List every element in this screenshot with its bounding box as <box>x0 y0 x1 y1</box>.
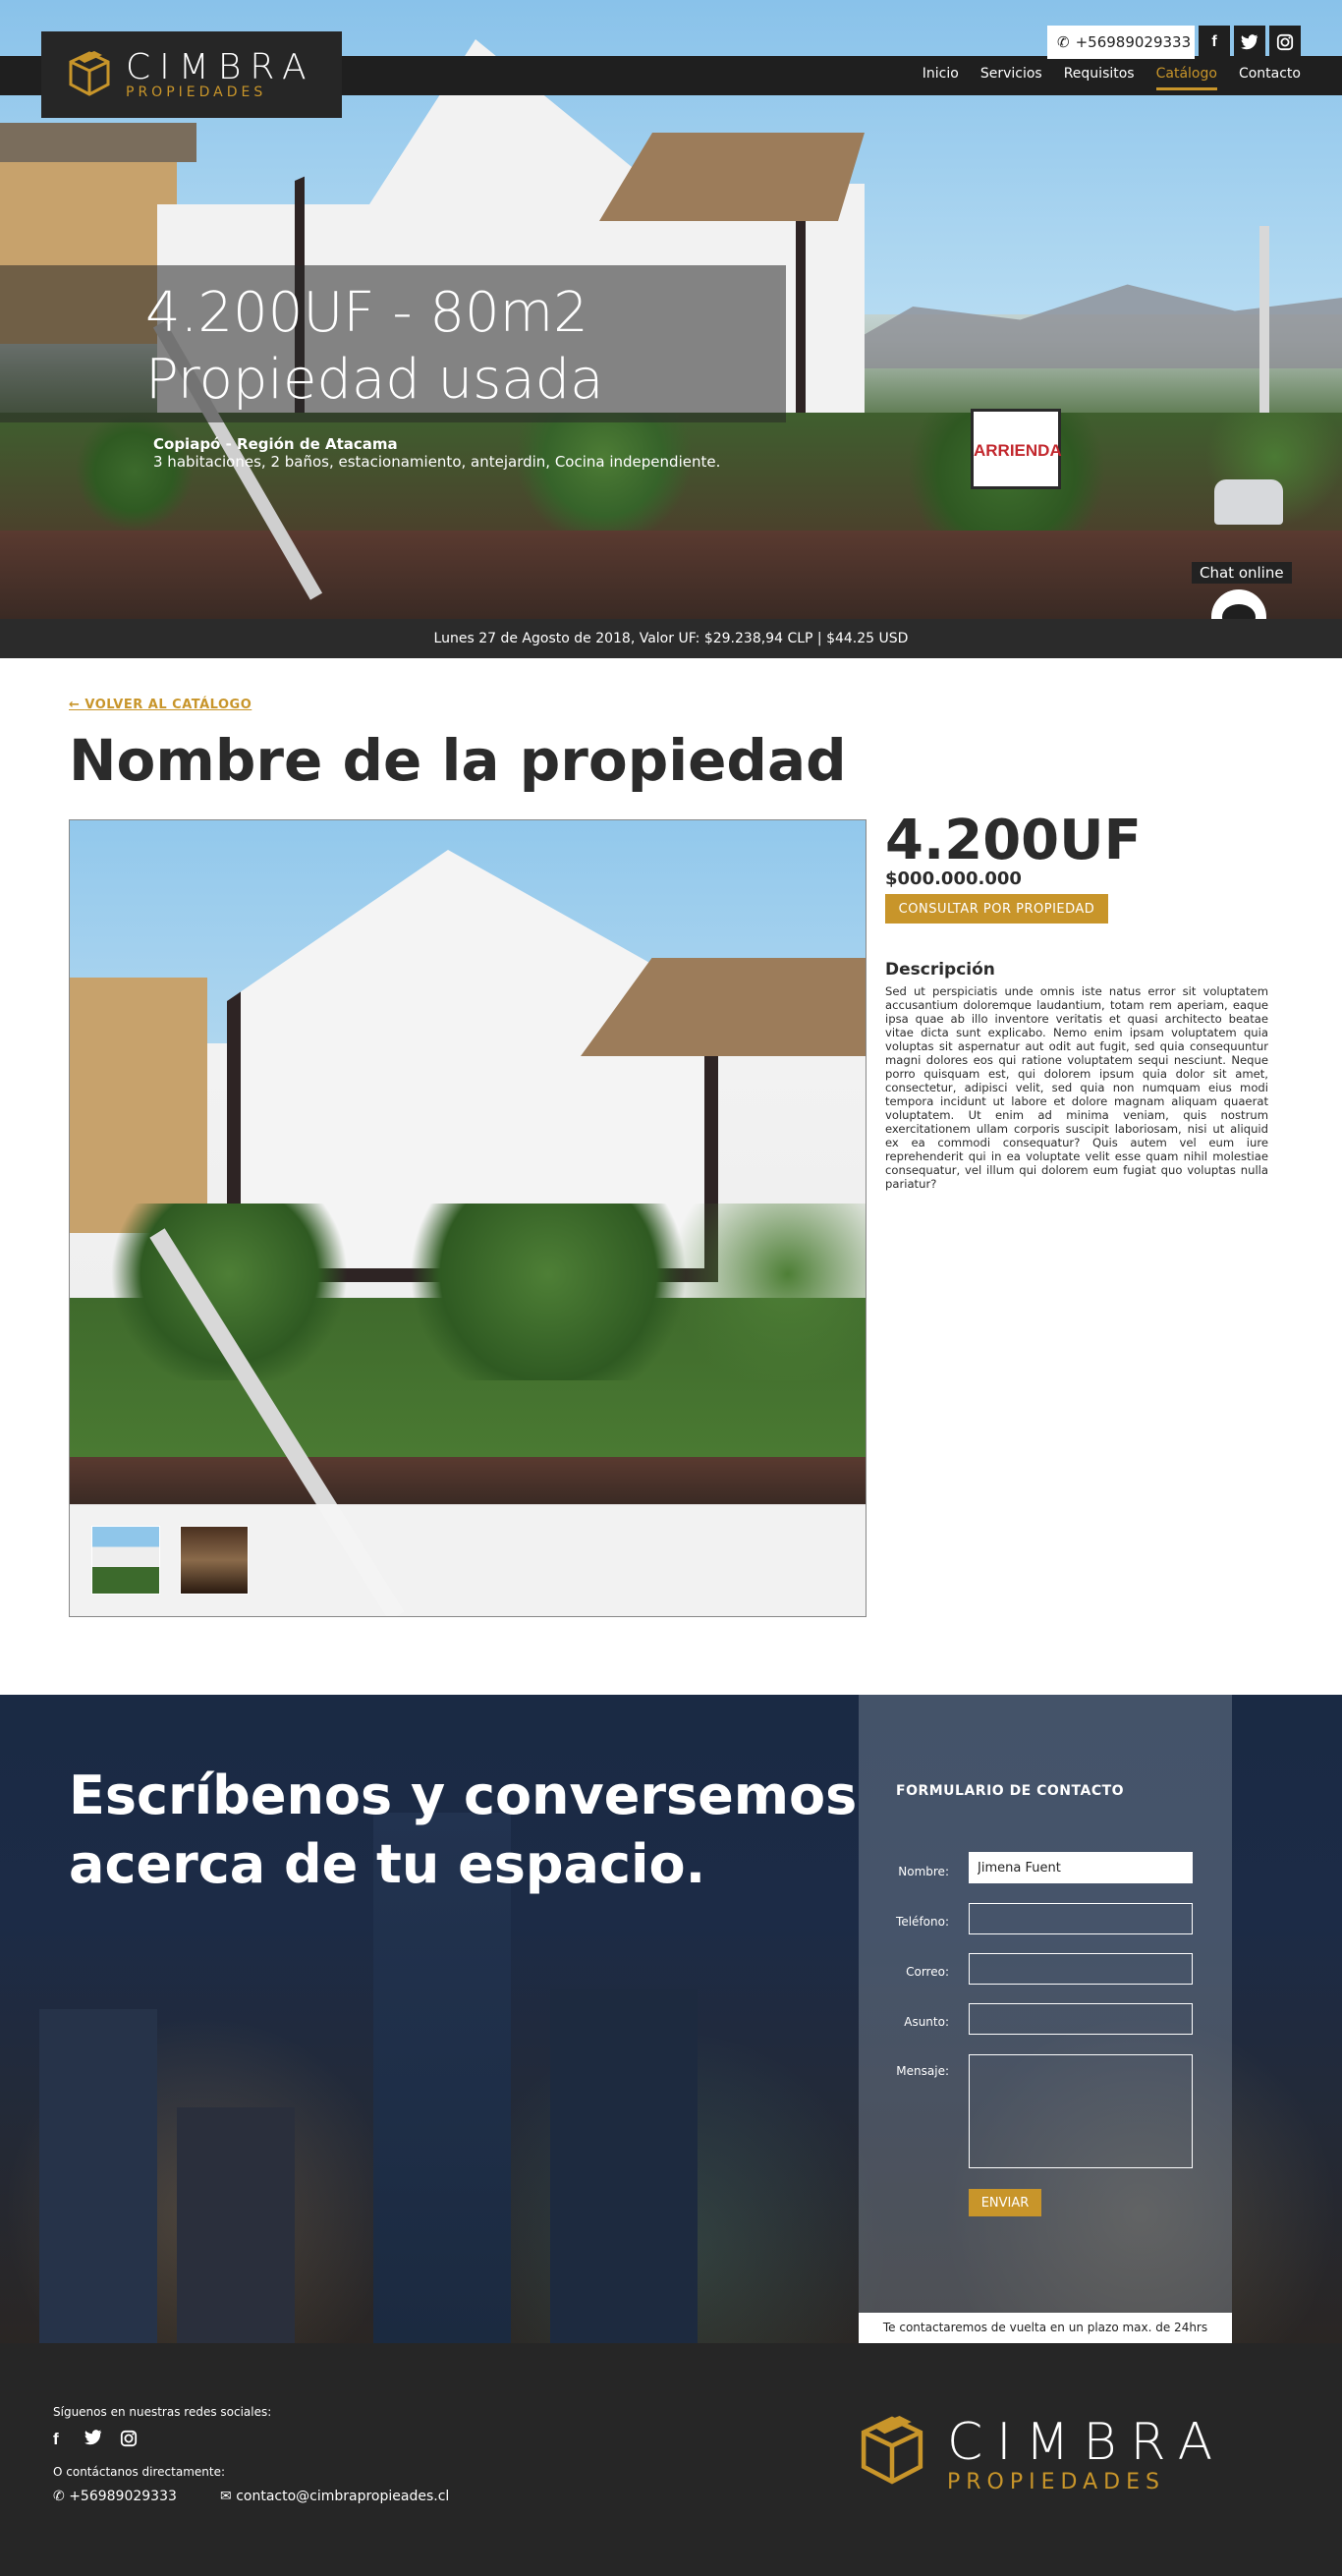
form-title: FORMULARIO DE CONTACTO <box>896 1783 1125 1799</box>
hero-section: ARRIENDA CIMBRA PROPIEDADES ✆ +569890293… <box>0 0 1342 619</box>
facebook-icon[interactable]: f <box>53 2430 73 2449</box>
footer-logo[interactable]: CIMBRA PROPIEDADES <box>857 2409 1250 2497</box>
name-field[interactable] <box>969 1852 1193 1883</box>
sign-text: ARRIENDA <box>974 441 1062 460</box>
hero-title: 4.200UF - 80m2 Propiedad usada <box>145 280 603 414</box>
label-phone: Teléfono: <box>896 1915 949 1929</box>
hero-car <box>1214 479 1283 525</box>
header-phone-number: +56989029333 <box>1075 33 1192 51</box>
facebook-icon[interactable]: f <box>1199 26 1230 59</box>
price-clp: $000.000.000 <box>885 868 1022 889</box>
city-tower <box>177 2107 295 2343</box>
footer-logo-sub: PROPIEDADES <box>947 2470 1165 2494</box>
contact-label: O contáctanos directamente: <box>53 2465 226 2479</box>
contact-headline-line2: acerca de tu espacio. <box>69 1833 706 1895</box>
main-nav: Inicio Servicios Requisitos Catálogo Con… <box>923 66 1301 90</box>
nav-catalogo[interactable]: Catálogo <box>1155 66 1217 90</box>
twitter-icon[interactable] <box>84 2430 104 2449</box>
description-text: Sed ut perspiciatis unde omnis iste natu… <box>885 984 1268 1191</box>
nav-inicio[interactable]: Inicio <box>923 66 959 90</box>
hero-title-line2: Propiedad usada <box>145 348 604 412</box>
follow-label: Síguenos en nuestras redes sociales: <box>53 2405 272 2419</box>
instagram-icon[interactable] <box>1269 26 1301 59</box>
for-rent-sign: ARRIENDA <box>971 409 1062 489</box>
nav-servicios[interactable]: Servicios <box>980 66 1042 90</box>
footer-phone-number: +56989029333 <box>69 2489 177 2504</box>
contact-headline: Escríbenos y conversemos acerca de tu es… <box>69 1762 857 1899</box>
footer-logo-brand: CIMBRA <box>947 2413 1227 2472</box>
uf-date-bar: Lunes 27 de Agosto de 2018, Valor UF: $2… <box>0 619 1342 658</box>
logo-brand: CIMBRA <box>126 47 315 87</box>
label-message: Mensaje: <box>896 2064 949 2078</box>
logo-box-icon <box>69 51 110 96</box>
nav-requisitos[interactable]: Requisitos <box>1064 66 1135 90</box>
site-logo[interactable]: CIMBRA PROPIEDADES <box>41 31 342 118</box>
logo-box-icon <box>861 2416 923 2485</box>
chat-bubble-icon <box>1222 604 1256 619</box>
gallery-left-house <box>70 978 207 1233</box>
price-uf: 4.200UF <box>885 809 1142 872</box>
property-name: Nombre de la propiedad <box>69 727 847 794</box>
nav-contacto[interactable]: Contacto <box>1239 66 1301 90</box>
city-tower <box>39 2009 157 2343</box>
back-label: VOLVER AL CATÁLOGO <box>84 698 252 712</box>
hero-wall <box>0 531 1342 619</box>
hero-features: 3 habitaciones, 2 baños, estacionamiento… <box>153 453 721 471</box>
phone-icon: ✆ <box>1057 33 1070 51</box>
header-phone[interactable]: ✆ +56989029333 <box>1047 26 1195 59</box>
logo-sub: PROPIEDADES <box>126 84 267 100</box>
envelope-icon: ✉ <box>220 2489 237 2504</box>
footer-phone[interactable]: ✆ +56989029333 <box>53 2489 177 2504</box>
hero-left-roof <box>0 123 196 162</box>
chat-label[interactable]: Chat online <box>1192 562 1292 584</box>
footer-email-address: contacto@cimbrapropieades.cl <box>236 2489 450 2504</box>
contact-section: Escríbenos y conversemos acerca de tu es… <box>0 1695 1342 2343</box>
thumbnail-strip <box>70 1504 866 1616</box>
label-subject: Asunto: <box>904 2015 949 2029</box>
phone-icon: ✆ <box>53 2489 70 2504</box>
thumbnail-1[interactable] <box>91 1526 160 1595</box>
consult-button[interactable]: CONSULTAR POR PROPIEDAD <box>885 894 1108 924</box>
contact-form: FORMULARIO DE CONTACTO Nombre: Teléfono:… <box>859 1695 1232 2343</box>
description-title: Descripción <box>885 960 995 980</box>
message-field[interactable] <box>969 2054 1193 2168</box>
arrow-left-icon: ← <box>69 698 85 712</box>
subject-field[interactable] <box>969 2003 1193 2035</box>
contact-headline-line1: Escríbenos y conversemos <box>69 1764 858 1826</box>
city-tower <box>550 1989 698 2343</box>
back-to-catalog-link[interactable]: ← VOLVER AL CATÁLOGO <box>69 698 252 712</box>
thumbnail-2[interactable] <box>180 1526 249 1595</box>
form-note: Te contactaremos de vuelta en un plazo m… <box>859 2313 1232 2343</box>
label-email: Correo: <box>906 1965 949 1979</box>
property-gallery[interactable] <box>69 819 867 1617</box>
send-button[interactable]: ENVIAR <box>969 2189 1041 2216</box>
phone-field[interactable] <box>969 1903 1193 1934</box>
hero-title-line1: 4.200UF - 80m2 <box>145 281 588 345</box>
label-name: Nombre: <box>898 1865 949 1878</box>
twitter-icon[interactable] <box>1234 26 1265 59</box>
hero-location: Copiapó - Región de Atacama <box>153 435 398 453</box>
instagram-icon[interactable] <box>120 2430 140 2449</box>
email-field[interactable] <box>969 1953 1193 1985</box>
footer-email[interactable]: ✉ contacto@cimbrapropieades.cl <box>220 2489 449 2504</box>
hero-title-box: 4.200UF - 80m2 Propiedad usada <box>0 265 786 422</box>
